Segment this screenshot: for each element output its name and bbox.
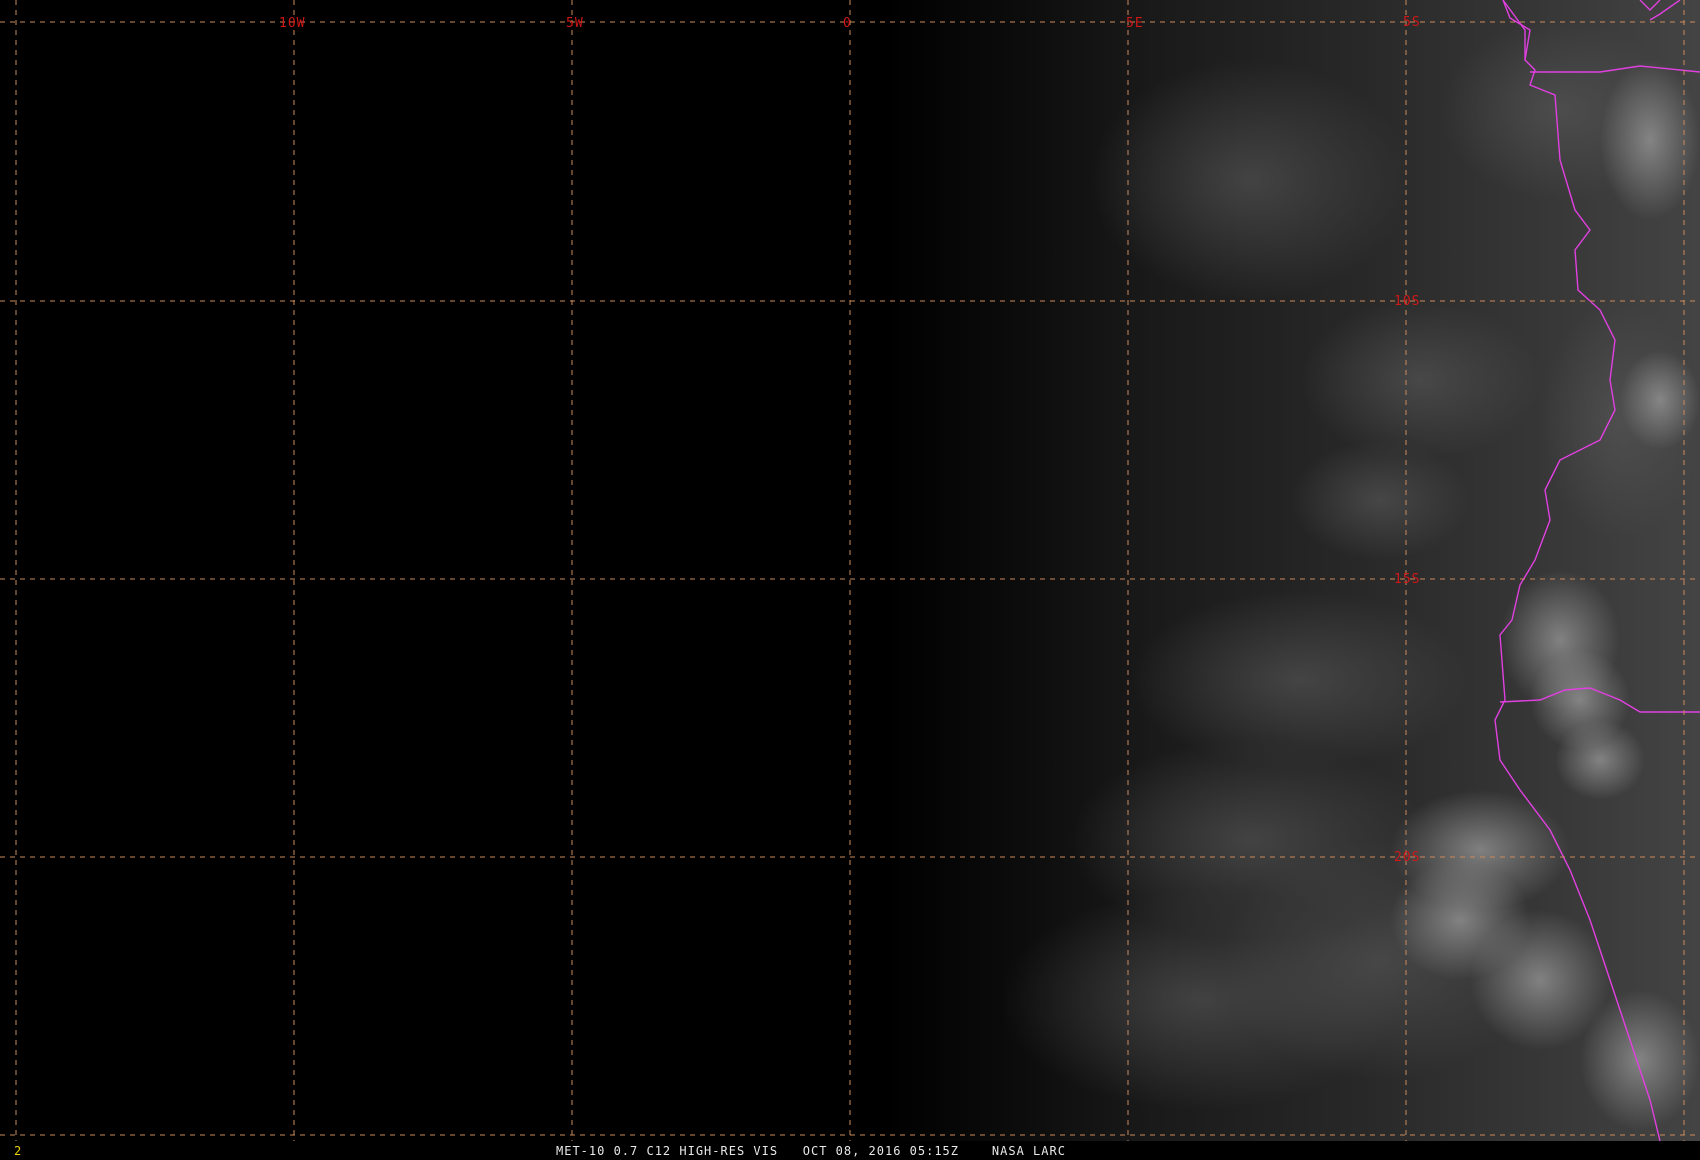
longitude-label: 0	[843, 16, 852, 31]
longitude-label: 10W	[279, 16, 305, 31]
longitude-label: 5E	[1126, 16, 1144, 31]
satellite-map[interactable]: 10W 5W 0 5E 5S 10S 15S 20S	[0, 0, 1700, 1160]
latitude-label: 20S	[1394, 850, 1420, 865]
longitude-label: 5W	[566, 16, 584, 31]
latitude-label: 15S	[1394, 572, 1420, 587]
latitude-label: 10S	[1394, 294, 1420, 309]
latitude-label: 5S	[1403, 15, 1421, 30]
status-bar: 2 MET-10 0.7 C12 HIGH-RES VIS OCT 08, 20…	[0, 1141, 1700, 1160]
satellite-image-viewer: 10W 5W 0 5E 5S 10S 15S 20S 2 MET-10 0.7 …	[0, 0, 1700, 1160]
image-caption: MET-10 0.7 C12 HIGH-RES VIS OCT 08, 2016…	[556, 1144, 1066, 1158]
frame-number: 2	[14, 1144, 23, 1158]
